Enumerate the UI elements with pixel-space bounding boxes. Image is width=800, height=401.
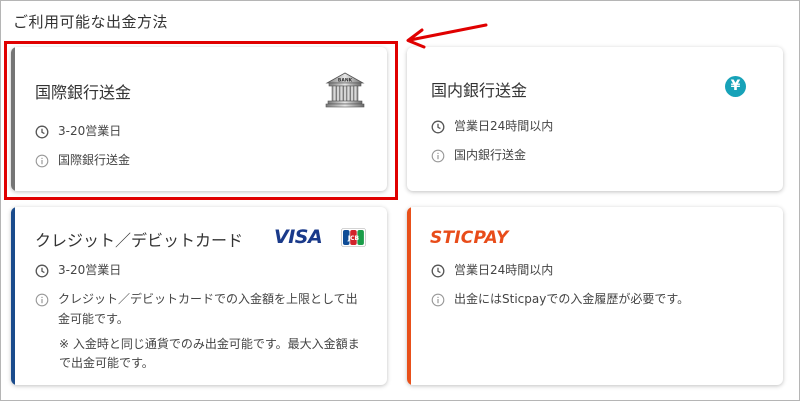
processing-time: 営業日24時間以内 (454, 119, 554, 133)
page-title: ご利用可能な出金方法 (13, 13, 169, 31)
info-row: 国内銀行送金 (431, 148, 526, 165)
info-text: 国内銀行送金 (454, 148, 527, 162)
card-credit-debit[interactable]: クレジット／デビットカード VISA JCB 3-20営業日 クレジット／デビッ… (11, 207, 387, 385)
note-line-1: ※ 入金時と同じ通貨でのみ出金可能です。最大入金額ま (59, 337, 360, 351)
processing-time-row: 営業日24時間以内 (431, 119, 553, 136)
processing-time-row: 営業日24時間以内 (431, 263, 553, 280)
note-line-2: で出金可能です。 (59, 356, 154, 370)
info-text-line-2: 金可能です。 (58, 312, 129, 326)
info-row: クレジット／デビットカードでの入金額を上限として出 金可能です。 (35, 292, 358, 329)
visa-logo: VISA (274, 226, 323, 248)
info-icon (431, 293, 445, 307)
info-text-line-1: クレジット／デビットカードでの入金額を上限として出 (58, 292, 358, 306)
info-icon (431, 149, 445, 163)
card-title: クレジット／デビットカード (35, 231, 244, 250)
processing-time-row: 3-20営業日 (35, 263, 121, 280)
clock-icon (431, 264, 445, 278)
jcb-logo-text: JCB (347, 235, 360, 242)
clock-icon (431, 120, 445, 134)
info-text: 出金にはSticpayでの入金履歴が必要です。 (454, 292, 690, 306)
yen-symbol: ¥ (730, 78, 741, 94)
yen-circle-icon: ¥ (725, 76, 746, 97)
annotation-arrow-icon (406, 23, 488, 49)
processing-time: 3-20営業日 (58, 263, 122, 277)
sticpay-logo: STICPAY (430, 228, 509, 248)
currency-note: ※ 入金時と同じ通貨でのみ出金可能です。最大入金額ま で出金可能です。 (59, 335, 360, 373)
info-icon (35, 293, 49, 307)
processing-time: 営業日24時間以内 (454, 263, 554, 277)
clock-icon (35, 264, 49, 278)
card-accent-bar (407, 207, 411, 385)
highlight-box (4, 41, 398, 200)
card-title: 国内銀行送金 (431, 81, 528, 100)
card-sticpay[interactable]: STICPAY 営業日24時間以内 出金にはSticpayでの入金履歴が必要です… (407, 207, 783, 385)
info-text: クレジット／デビットカードでの入金額を上限として出 金可能です。 (58, 289, 358, 329)
card-accent-bar (11, 207, 15, 385)
jcb-logo: JCB (341, 228, 366, 247)
info-row: 出金にはSticpayでの入金履歴が必要です。 (431, 292, 689, 309)
card-domestic-bank-transfer[interactable]: 国内銀行送金 ¥ 営業日24時間以内 国内銀行送金 (407, 47, 783, 191)
